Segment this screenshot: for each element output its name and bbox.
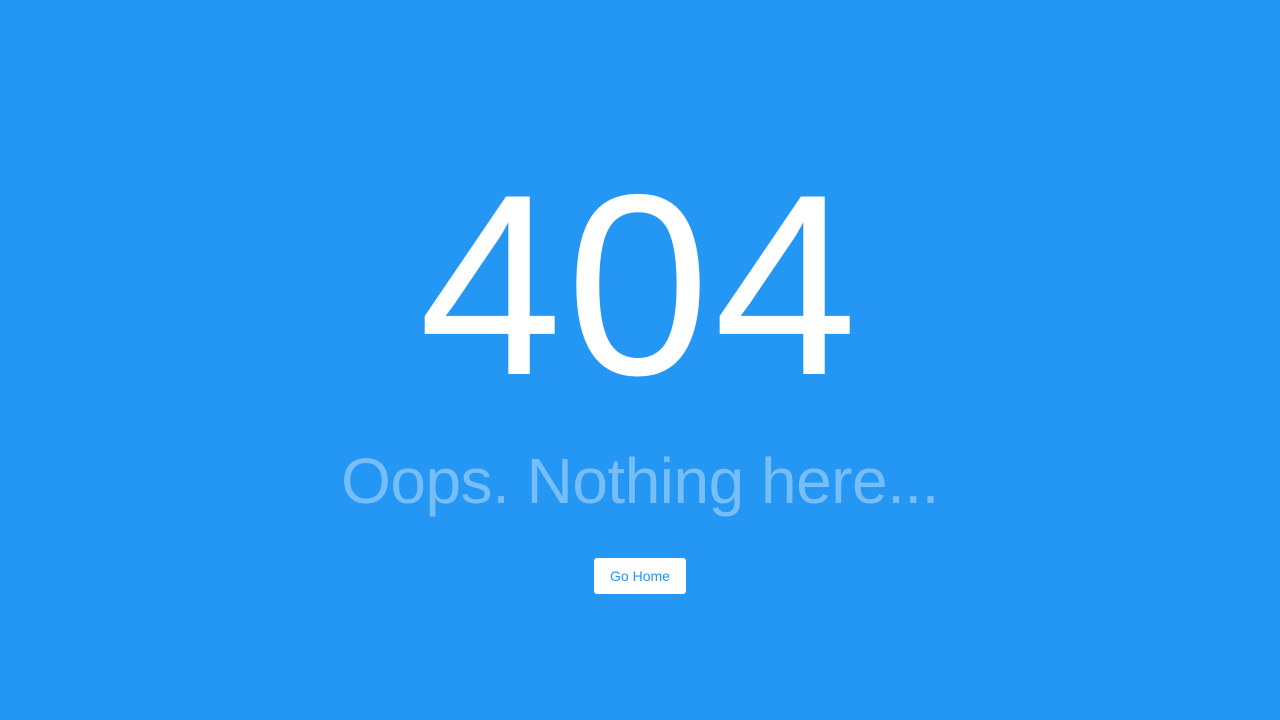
error-code-heading: 404 [418,140,862,429]
error-message: Oops. Nothing here... [341,445,939,517]
go-home-button[interactable]: Go Home [594,558,686,594]
